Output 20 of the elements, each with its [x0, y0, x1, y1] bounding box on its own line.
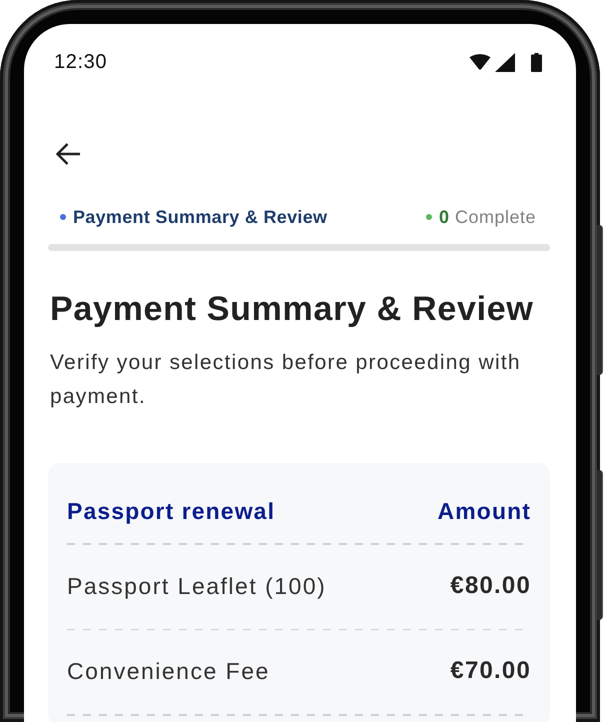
- status-time: 12:30: [54, 50, 108, 75]
- side-button[interactable]: [597, 225, 603, 375]
- item-name: Passport Leaflet (100): [67, 572, 326, 600]
- side-button[interactable]: [597, 470, 603, 620]
- completed-count: 0: [438, 206, 449, 229]
- signal-icon: [495, 52, 515, 72]
- item-amount: €70.00: [450, 656, 531, 686]
- page-title: Payment Summary & Review: [50, 289, 535, 329]
- completion-dot-icon: [426, 214, 432, 220]
- column-header: Amount: [438, 497, 531, 526]
- completed-label: Complete: [454, 206, 536, 229]
- page-subtitle: Verify your selections before proceeding with payment.: [50, 350, 522, 410]
- arrow-left-icon: [55, 142, 81, 166]
- wifi-icon: [469, 54, 491, 70]
- column-header: Passport renewal: [67, 497, 276, 526]
- item-name: Convenience Fee: [67, 657, 270, 686]
- step-label: Payment Summary & Review: [73, 206, 328, 229]
- item-amount: €80.00: [450, 570, 531, 600]
- step-status-dot-icon: [60, 214, 66, 220]
- battery-icon: [531, 52, 542, 72]
